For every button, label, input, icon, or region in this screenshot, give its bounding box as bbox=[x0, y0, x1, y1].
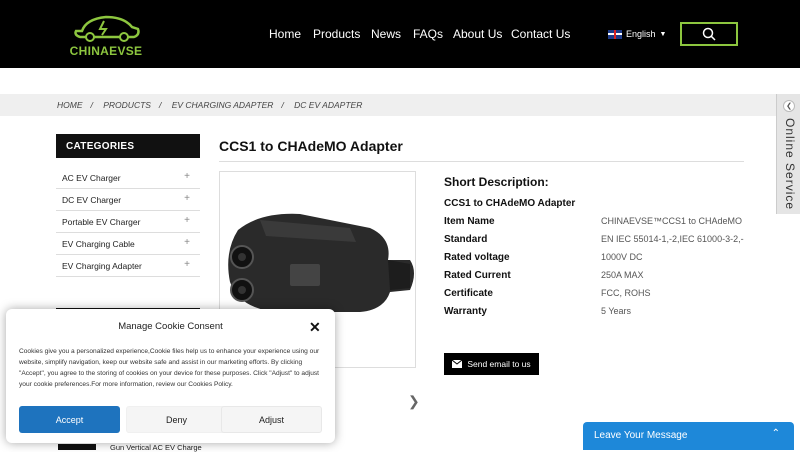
deny-button[interactable]: Deny bbox=[126, 406, 227, 433]
spec-label: Rated voltage bbox=[444, 252, 510, 263]
breadcrumb-products[interactable]: PRODUCTS bbox=[103, 100, 151, 110]
category-label: EV Charging Cable bbox=[62, 239, 135, 249]
short-description-heading: Short Description: bbox=[444, 175, 549, 189]
plus-icon[interactable]: + bbox=[184, 193, 190, 204]
adjust-button[interactable]: Adjust bbox=[221, 406, 322, 433]
search-icon bbox=[702, 27, 716, 41]
logo-text: CHINAEVSE bbox=[69, 44, 143, 58]
category-item[interactable]: DC EV Charger + bbox=[56, 189, 200, 211]
plus-icon[interactable]: + bbox=[184, 171, 190, 182]
cookie-consent-dialog: Manage Cookie Consent ✕ Cookies give you… bbox=[6, 309, 335, 443]
spec-label: Rated Current bbox=[444, 270, 511, 281]
caret-down-icon: ▼ bbox=[659, 30, 667, 38]
language-label: English bbox=[626, 29, 656, 39]
send-email-button[interactable]: Send email to us bbox=[444, 353, 539, 375]
spec-value: 250A MAX bbox=[601, 270, 644, 280]
nav-home[interactable]: Home bbox=[269, 27, 301, 41]
category-label: DC EV Charger bbox=[62, 195, 122, 205]
logo[interactable]: CHINAEVSE bbox=[60, 11, 152, 59]
spec-row: Standard EN IEC 55014-1,-2,IEC 61000-3-2… bbox=[444, 234, 754, 252]
envelope-icon bbox=[452, 360, 463, 368]
product-list-item[interactable]: Gun Vertical AC EV Charge bbox=[110, 443, 202, 452]
nav-contact-us[interactable]: Contact Us bbox=[511, 27, 570, 41]
uk-flag-icon bbox=[608, 29, 622, 39]
breadcrumb: HOME / PRODUCTS / EV CHARGING ADAPTER / DC … bbox=[57, 100, 363, 110]
spec-label: Warranty bbox=[444, 306, 487, 317]
plus-icon[interactable]: + bbox=[184, 215, 190, 226]
product-thumbnail[interactable] bbox=[58, 444, 96, 450]
spec-row: Item Name CHINAEVSE™CCS1 to CHAdeMO Adap… bbox=[444, 216, 754, 234]
leave-message-widget[interactable]: Leave Your Message ⌃ bbox=[583, 422, 794, 450]
breadcrumb-dc-ev-adapter[interactable]: DC EV ADAPTER bbox=[294, 100, 362, 110]
send-email-label: Send email to us bbox=[467, 359, 531, 369]
site-header: CHINAEVSE Home Products News FAQs About … bbox=[0, 0, 800, 68]
nav-about-us[interactable]: About Us bbox=[453, 27, 502, 41]
category-label: Portable EV Charger bbox=[62, 217, 141, 227]
category-item[interactable]: AC EV Charger + bbox=[56, 167, 200, 189]
breadcrumb-home[interactable]: HOME bbox=[57, 100, 83, 110]
category-item[interactable]: Portable EV Charger + bbox=[56, 211, 200, 233]
accept-button[interactable]: Accept bbox=[19, 406, 120, 433]
cookie-title: Manage Cookie Consent bbox=[118, 321, 223, 332]
car-logo-icon bbox=[74, 15, 140, 42]
category-label: AC EV Charger bbox=[62, 173, 121, 183]
spec-value: EN IEC 55014-1,-2,IEC 61000-3-2,-3 bbox=[601, 234, 744, 244]
categories-heading: CATEGORIES bbox=[56, 134, 200, 158]
spec-value: 1000V DC bbox=[601, 252, 643, 262]
spec-subtitle: CCS1 to CHAdeMO Adapter bbox=[444, 198, 576, 209]
plus-icon[interactable]: + bbox=[184, 259, 190, 270]
nav-products[interactable]: Products bbox=[313, 27, 360, 41]
close-icon[interactable]: ✕ bbox=[309, 319, 321, 336]
collapse-icon[interactable]: ❮ bbox=[783, 100, 795, 112]
title-divider bbox=[219, 161, 744, 162]
spec-row: Warranty 5 Years bbox=[444, 306, 754, 324]
spec-value: CHINAEVSE™CCS1 to CHAdeMO Adapter bbox=[601, 216, 744, 226]
breadcrumb-ev-charging-adapter[interactable]: EV CHARGING ADAPTER bbox=[172, 100, 274, 110]
spec-label: Item Name bbox=[444, 216, 495, 227]
breadcrumb-bar: HOME / PRODUCTS / EV CHARGING ADAPTER / DC … bbox=[0, 94, 800, 116]
next-arrow-icon[interactable]: ❯ bbox=[408, 393, 420, 410]
nav-news[interactable]: News bbox=[371, 27, 401, 41]
chevron-up-icon: ⌃ bbox=[771, 428, 780, 439]
plus-icon[interactable]: + bbox=[184, 237, 190, 248]
category-list: AC EV Charger + DC EV Charger + Portable E… bbox=[56, 167, 200, 277]
spec-label: Standard bbox=[444, 234, 488, 245]
spec-row: Rated voltage 1000V DC bbox=[444, 252, 754, 270]
search-button[interactable] bbox=[680, 22, 738, 46]
language-selector[interactable]: English ▼ bbox=[608, 29, 666, 39]
category-label: EV Charging Adapter bbox=[62, 261, 142, 271]
nav-faqs[interactable]: FAQs bbox=[413, 27, 443, 41]
spec-row: Certificate FCC, ROHS bbox=[444, 288, 754, 306]
cookie-text: Cookies give you a personalized experien… bbox=[19, 348, 320, 388]
category-item[interactable]: EV Charging Adapter + bbox=[56, 255, 200, 277]
spec-label: Certificate bbox=[444, 288, 493, 299]
product-title: CCS1 to CHAdeMO Adapter bbox=[219, 138, 403, 154]
spec-row: Rated Current 250A MAX bbox=[444, 270, 754, 288]
spec-value: FCC, ROHS bbox=[601, 288, 651, 298]
online-service-label: Online Service bbox=[783, 118, 797, 211]
spec-value: 5 Years bbox=[601, 306, 632, 316]
leave-message-label: Leave Your Message bbox=[594, 430, 688, 441]
online-service-tab[interactable]: ❮ Online Service bbox=[776, 94, 800, 214]
category-item[interactable]: EV Charging Cable + bbox=[56, 233, 200, 255]
